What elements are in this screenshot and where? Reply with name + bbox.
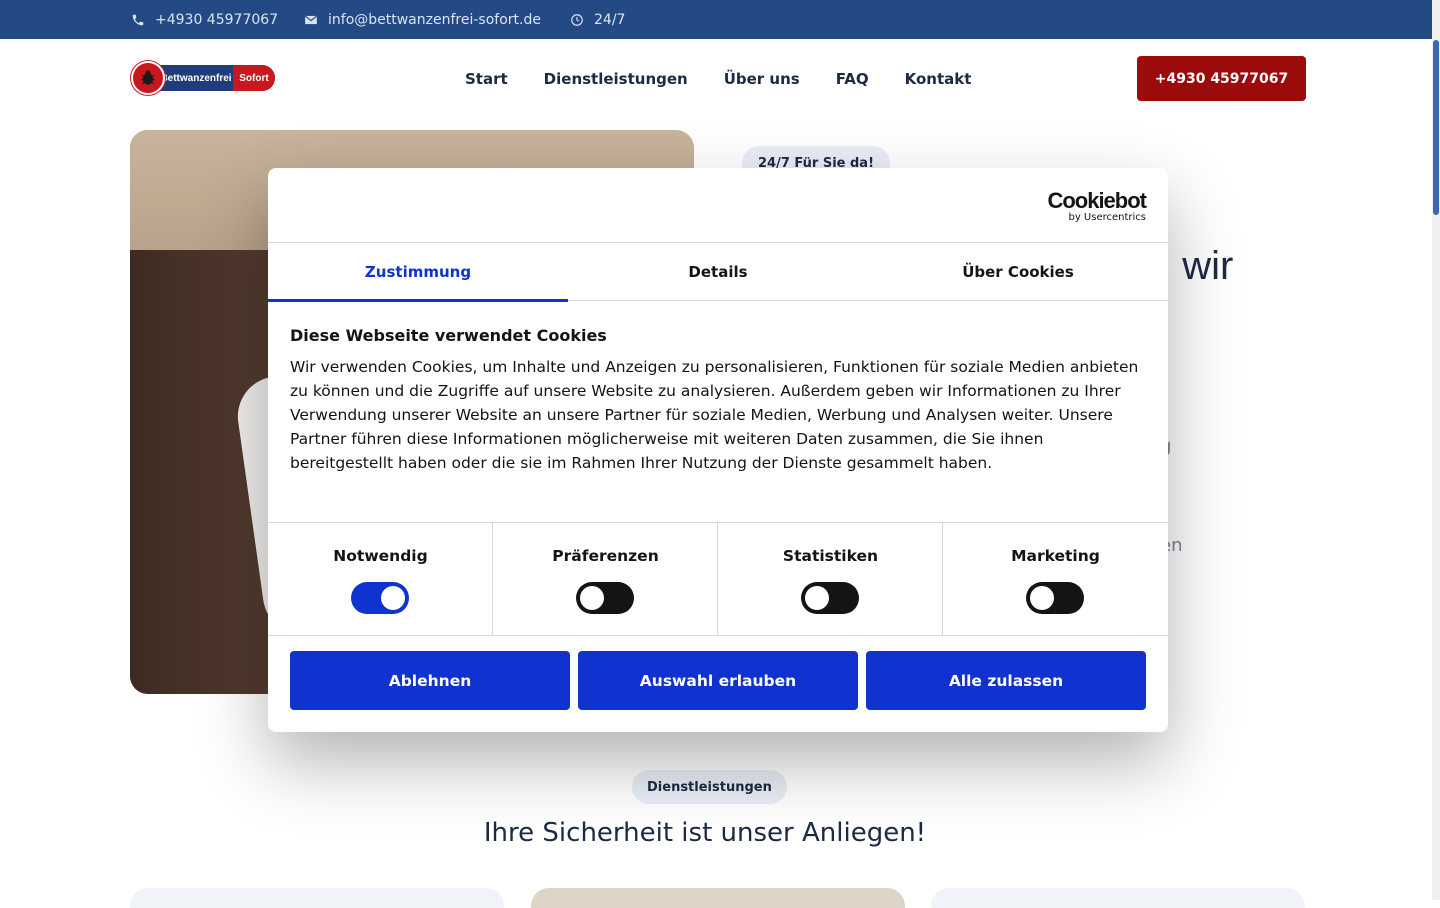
consent-toggles: Notwendig Präferenzen Statistiken Market… xyxy=(268,522,1168,636)
decline-button[interactable]: Ablehnen xyxy=(290,651,570,710)
toggle-knob xyxy=(580,586,604,610)
site-header: Bettwanzenfrei Sofort Start Dienstleistu… xyxy=(0,39,1432,119)
mail-icon xyxy=(304,14,318,24)
toggle-label: Statistiken xyxy=(782,547,879,565)
toggle-knob xyxy=(805,586,829,610)
nav-faq[interactable]: FAQ xyxy=(836,70,869,88)
cookie-consent-dialog: Cookiebot by Usercentrics Zustimmung Det… xyxy=(268,168,1168,732)
nav-dienstleistungen[interactable]: Dienstleistungen xyxy=(544,70,688,88)
nav-ueber-uns[interactable]: Über uns xyxy=(724,70,800,88)
dialog-title: Diese Webseite verwendet Cookies xyxy=(290,326,607,345)
toggle-praeferenzen: Präferenzen xyxy=(493,523,718,636)
toggle-switch-praeferenzen[interactable] xyxy=(576,582,634,614)
header-call-button[interactable]: +4930 45977067 xyxy=(1137,56,1306,101)
toggle-switch-marketing[interactable] xyxy=(1026,582,1084,614)
cookiebot-logo: Cookiebot by Usercentrics xyxy=(1047,188,1147,224)
logo-text-2: Sofort xyxy=(233,65,275,91)
allow-all-button[interactable]: Alle zulassen xyxy=(866,651,1146,710)
nav-kontakt[interactable]: Kontakt xyxy=(905,70,972,88)
toggle-label: Marketing xyxy=(1011,547,1100,565)
toggle-statistiken: Statistiken xyxy=(718,523,943,636)
tab-ueber-cookies[interactable]: Über Cookies xyxy=(868,243,1168,301)
toggle-knob xyxy=(1030,586,1054,610)
bug-icon xyxy=(131,61,165,95)
services-title: Ihre Sicherheit ist unser Anliegen! xyxy=(483,818,927,848)
main-nav: Start Dienstleistungen Über uns FAQ Kont… xyxy=(465,39,971,119)
dialog-text: Wir verwenden Cookies, um Inhalte und An… xyxy=(290,358,1139,472)
toggle-notwendig: Notwendig xyxy=(268,523,493,636)
toggle-switch-notwendig[interactable] xyxy=(351,582,409,614)
cookiebot-sub: by Usercentrics xyxy=(1068,212,1146,223)
phone-icon xyxy=(132,14,144,25)
toggle-knob xyxy=(381,586,405,610)
service-card[interactable] xyxy=(130,888,504,908)
dialog-header: Cookiebot by Usercentrics xyxy=(268,168,1168,243)
scrollbar-thumb[interactable] xyxy=(1433,40,1439,215)
toggle-marketing: Marketing xyxy=(943,523,1168,636)
cookiebot-name: Cookiebot xyxy=(1047,188,1147,213)
hero-title: , wir xyxy=(1160,244,1234,288)
topbar-email-text: info@bettwanzenfrei-sofort.de xyxy=(328,11,541,28)
nav-start[interactable]: Start xyxy=(465,70,508,88)
topbar-phone-text: +4930 45977067 xyxy=(155,11,279,28)
page-scrollbar[interactable] xyxy=(1432,0,1440,900)
topbar-phone[interactable]: +4930 45977067 xyxy=(131,0,278,39)
dialog-tabs: Zustimmung Details Über Cookies xyxy=(268,243,1168,302)
toggle-label: Notwendig xyxy=(333,547,428,565)
allow-selection-button[interactable]: Auswahl erlauben xyxy=(578,651,858,710)
toggle-label: Präferenzen xyxy=(552,547,659,565)
topbar-hours-text: 24/7 xyxy=(594,11,626,28)
site-logo[interactable]: Bettwanzenfrei Sofort xyxy=(131,61,275,95)
topbar-hours: 24/7 xyxy=(570,0,625,39)
toggle-switch-statistiken[interactable] xyxy=(801,582,859,614)
service-card[interactable] xyxy=(531,888,905,908)
dialog-buttons: Ablehnen Auswahl erlauben Alle zulassen xyxy=(290,651,1146,710)
clock-icon xyxy=(571,13,583,26)
tab-zustimmung[interactable]: Zustimmung xyxy=(268,243,568,302)
tab-details[interactable]: Details xyxy=(568,243,868,301)
topbar-email[interactable]: info@bettwanzenfrei-sofort.de xyxy=(304,0,541,39)
services-badge: Dienstleistungen xyxy=(632,770,787,804)
top-contact-bar: +4930 45977067 info@bettwanzenfrei-sofor… xyxy=(0,0,1440,39)
service-card[interactable] xyxy=(931,888,1305,908)
